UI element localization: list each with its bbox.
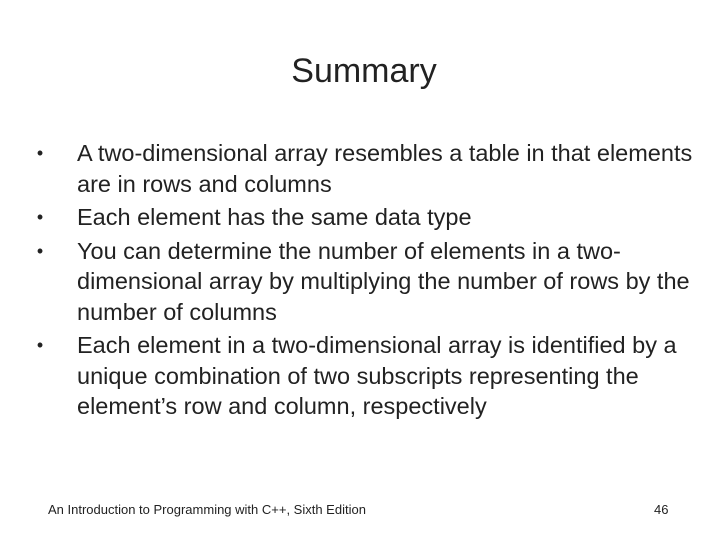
bullet-text: Each element has the same data type <box>77 204 472 230</box>
bullet-item: • Each element has the same data type <box>30 202 700 233</box>
bullet-item: • A two-dimensional array resembles a tab… <box>30 138 700 199</box>
bullet-text: You can determine the number of elements… <box>77 237 690 325</box>
bullet-list: • A two-dimensional array resembles a tab… <box>30 138 700 425</box>
bullet-icon: • <box>36 143 44 163</box>
bullet-item: • You can determine the number of element… <box>30 236 700 328</box>
bullet-text: A two-dimensional array resembles a tabl… <box>77 140 693 197</box>
footer-book-title: An Introduction to Programming with C++,… <box>48 502 366 517</box>
bullet-icon: • <box>36 240 44 261</box>
bullet-icon: • <box>36 335 44 355</box>
bullet-icon: • <box>36 207 44 227</box>
slide-title-text: Summary <box>291 52 437 90</box>
bullet-text: Each element in a two-dimensional array … <box>77 332 677 419</box>
footer-page-number: 46 <box>654 502 669 517</box>
slide-title: Summary <box>0 52 720 91</box>
bullet-item: • Each element in a two-dimensional array… <box>30 330 700 422</box>
